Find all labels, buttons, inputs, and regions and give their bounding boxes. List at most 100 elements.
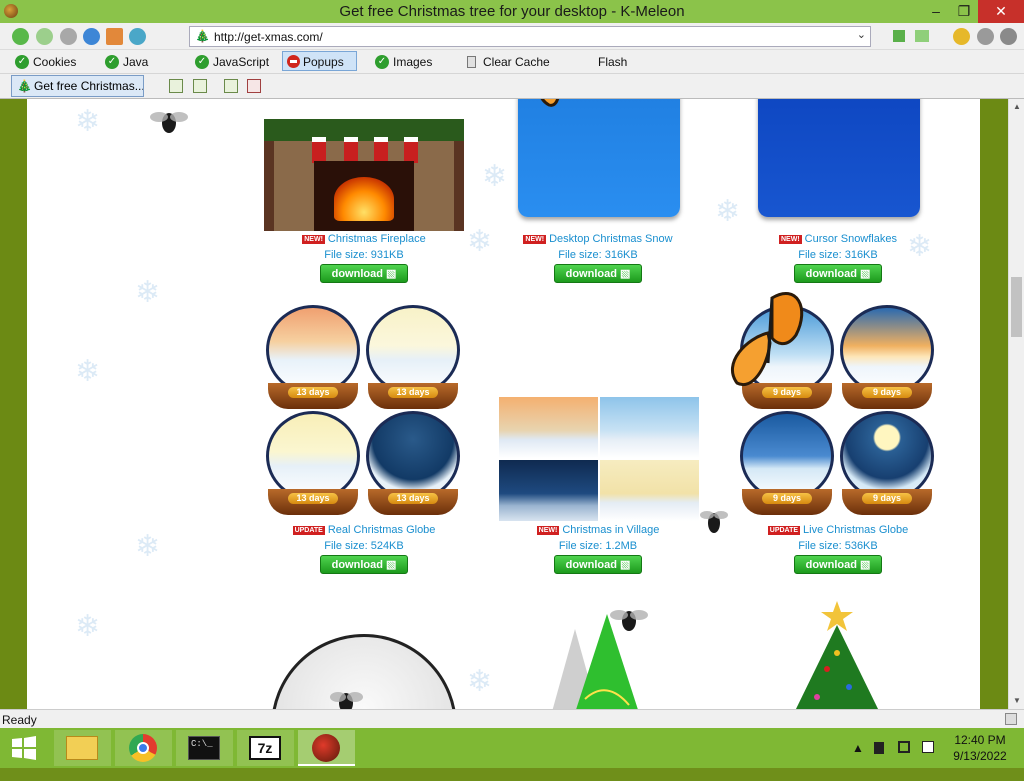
download-button[interactable]: download ▧ — [554, 555, 642, 574]
images-toggle[interactable]: ✓ Images — [373, 52, 432, 72]
snowflake-decoration-icon: ❄ — [75, 610, 101, 643]
days-counter: 9 days — [862, 387, 912, 398]
next-tab-icon[interactable] — [193, 79, 207, 93]
village-scene — [499, 460, 598, 521]
item-title-link[interactable]: Live Christmas Globe — [803, 524, 908, 536]
restore-button[interactable]: ❐ — [948, 0, 980, 23]
stop-icon[interactable] — [60, 28, 77, 45]
flash-label: Flash — [598, 55, 628, 69]
garland — [264, 119, 464, 141]
file-explorer-taskbar-button[interactable] — [54, 730, 111, 766]
flash-toggle[interactable]: Flash — [578, 52, 627, 72]
javascript-label: JavaScript — [213, 55, 270, 69]
navigation-bar: 🎄 http://get-xmas.com/ ⌄ — [0, 23, 1024, 50]
download-button[interactable]: download ▧ — [554, 264, 642, 283]
windows-logo-icon — [12, 736, 36, 760]
history-icon[interactable] — [977, 28, 994, 45]
show-hidden-icons-icon[interactable]: ▲ — [852, 741, 864, 781]
snow-globe: 9 days — [738, 411, 836, 517]
item-title-link[interactable]: Real Christmas Globe — [328, 524, 436, 536]
globe-base: 13 days — [368, 489, 458, 515]
network-icon[interactable] — [898, 741, 912, 755]
volume-muted-icon[interactable] — [874, 741, 888, 755]
system-clock[interactable]: 12:40 PM 9/13/2022 — [940, 732, 1020, 764]
real-christmas-globe-thumbnail[interactable]: 13 days 13 days 13 days 13 days — [264, 305, 464, 519]
download-button[interactable]: download ▧ — [794, 264, 882, 283]
close-button[interactable]: ✕ — [978, 0, 1024, 23]
snowflake-decoration-icon: ❄ — [75, 105, 101, 138]
snowflake-decoration-icon: ❄ — [75, 355, 101, 388]
christmas-fireplace-thumbnail[interactable] — [264, 119, 464, 231]
file-size: File size: 931KB — [324, 249, 404, 261]
clear-cache-button[interactable]: Clear Cache — [463, 52, 550, 72]
vertical-scrollbar[interactable]: ▲ ▼ — [1008, 99, 1024, 709]
christmas-tree-decorated-thumbnail[interactable] — [787, 599, 887, 709]
go-icon[interactable] — [893, 30, 905, 42]
scroll-up-icon[interactable]: ▲ — [1009, 99, 1024, 115]
url-input[interactable]: http://get-xmas.com/ — [214, 30, 323, 44]
java-label: Java — [123, 55, 149, 69]
scroll-down-icon[interactable]: ▼ — [1009, 693, 1024, 709]
7zip-taskbar-button[interactable]: 7z — [237, 730, 294, 766]
chrome-taskbar-button[interactable] — [115, 730, 172, 766]
globe-scene — [266, 411, 360, 501]
download-button[interactable]: download ▧ — [320, 264, 408, 283]
download-button[interactable]: download ▧ — [794, 555, 882, 574]
security-lock-icon[interactable] — [1005, 713, 1017, 725]
snowflake-decoration-icon: ❄ — [482, 160, 508, 193]
back-icon[interactable] — [12, 28, 29, 45]
reload-icon[interactable] — [83, 28, 100, 45]
check-icon: ✓ — [195, 55, 209, 69]
file-size: File size: 316KB — [798, 249, 878, 261]
window-title: Get free Christmas tree for your desktop… — [339, 3, 685, 20]
tab-get-free-christmas[interactable]: 🎄 Get free Christmas... — [11, 75, 144, 97]
fly-decoration — [150, 112, 188, 133]
k-meleon-taskbar-button[interactable] — [298, 730, 355, 766]
globe-scene — [266, 305, 360, 395]
start-button[interactable] — [0, 730, 48, 766]
new-tab-icon[interactable] — [224, 79, 238, 93]
item-title-link[interactable]: Desktop Christmas Snow — [549, 233, 673, 245]
java-toggle[interactable]: ✓ Java — [103, 52, 148, 72]
christmas-in-village-thumbnail[interactable] — [499, 397, 699, 521]
cursor-snowflakes-thumbnail[interactable] — [758, 99, 920, 217]
up-icon[interactable] — [915, 30, 929, 42]
action-center-icon[interactable] — [922, 741, 936, 755]
status-text: Ready — [2, 713, 37, 727]
popups-toggle[interactable]: Popups — [282, 51, 357, 71]
home-icon[interactable] — [106, 28, 123, 45]
file-size: File size: 536KB — [798, 540, 878, 552]
folder-icon — [66, 736, 98, 760]
item-title-link[interactable]: Christmas in Village — [562, 524, 659, 536]
command-prompt-taskbar-button[interactable]: C:\_ — [176, 730, 233, 766]
item-title-link[interactable]: Christmas Fireplace — [328, 233, 426, 245]
stocking — [374, 137, 388, 163]
desktop-christmas-snow-thumbnail[interactable] — [518, 99, 680, 217]
item-title-link[interactable]: Cursor Snowflakes — [805, 233, 897, 245]
bookmark-star-icon[interactable] — [953, 28, 970, 45]
url-dropdown-icon[interactable]: ⌄ — [857, 28, 866, 41]
close-tab-icon[interactable] — [247, 79, 261, 93]
prev-tab-icon[interactable] — [169, 79, 183, 93]
butterfly-decoration — [540, 99, 560, 107]
update-badge: UPDATE — [767, 526, 801, 535]
settings-gear-icon[interactable] — [1000, 28, 1017, 45]
search-globe-icon[interactable] — [129, 28, 146, 45]
days-counter: 9 days — [762, 493, 812, 504]
snow-globe: 13 days — [264, 411, 362, 517]
snowflake-decoration-icon: ❄ — [715, 195, 741, 228]
chrome-icon — [129, 734, 157, 762]
globe-base: 13 days — [268, 489, 358, 515]
download-button[interactable]: download ▧ — [320, 555, 408, 574]
snow-globe-thumbnail[interactable] — [271, 634, 457, 709]
globe-base: 13 days — [368, 383, 458, 409]
globe-base: 9 days — [742, 489, 832, 515]
javascript-toggle[interactable]: ✓ JavaScript — [193, 52, 269, 72]
cookies-toggle[interactable]: ✓ Cookies — [13, 52, 76, 72]
globe-base: 13 days — [268, 383, 358, 409]
scroll-thumb[interactable] — [1011, 277, 1022, 337]
forward-icon[interactable] — [36, 28, 53, 45]
file-size: File size: 524KB — [324, 540, 404, 552]
address-bar[interactable]: 🎄 http://get-xmas.com/ ⌄ — [189, 26, 871, 47]
item-real-christmas-globe: UPDATE Real Christmas Globe File size: 52… — [259, 524, 469, 574]
